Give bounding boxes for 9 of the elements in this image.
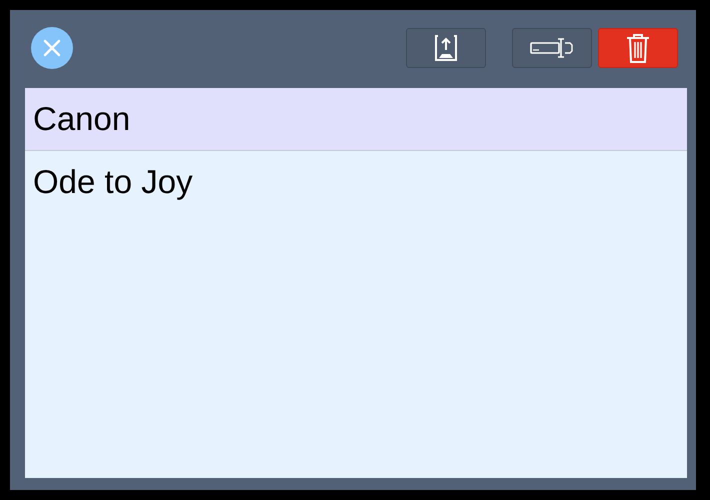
list-item[interactable]: Ode to Joy <box>25 151 687 213</box>
close-icon <box>42 38 62 58</box>
close-button[interactable] <box>31 27 73 69</box>
text-cursor-icon <box>529 36 575 60</box>
trash-icon <box>625 32 651 64</box>
delete-button[interactable] <box>598 28 678 68</box>
upload-button[interactable] <box>406 28 486 68</box>
list-item[interactable]: Canon <box>25 88 687 151</box>
rename-button[interactable] <box>512 28 592 68</box>
